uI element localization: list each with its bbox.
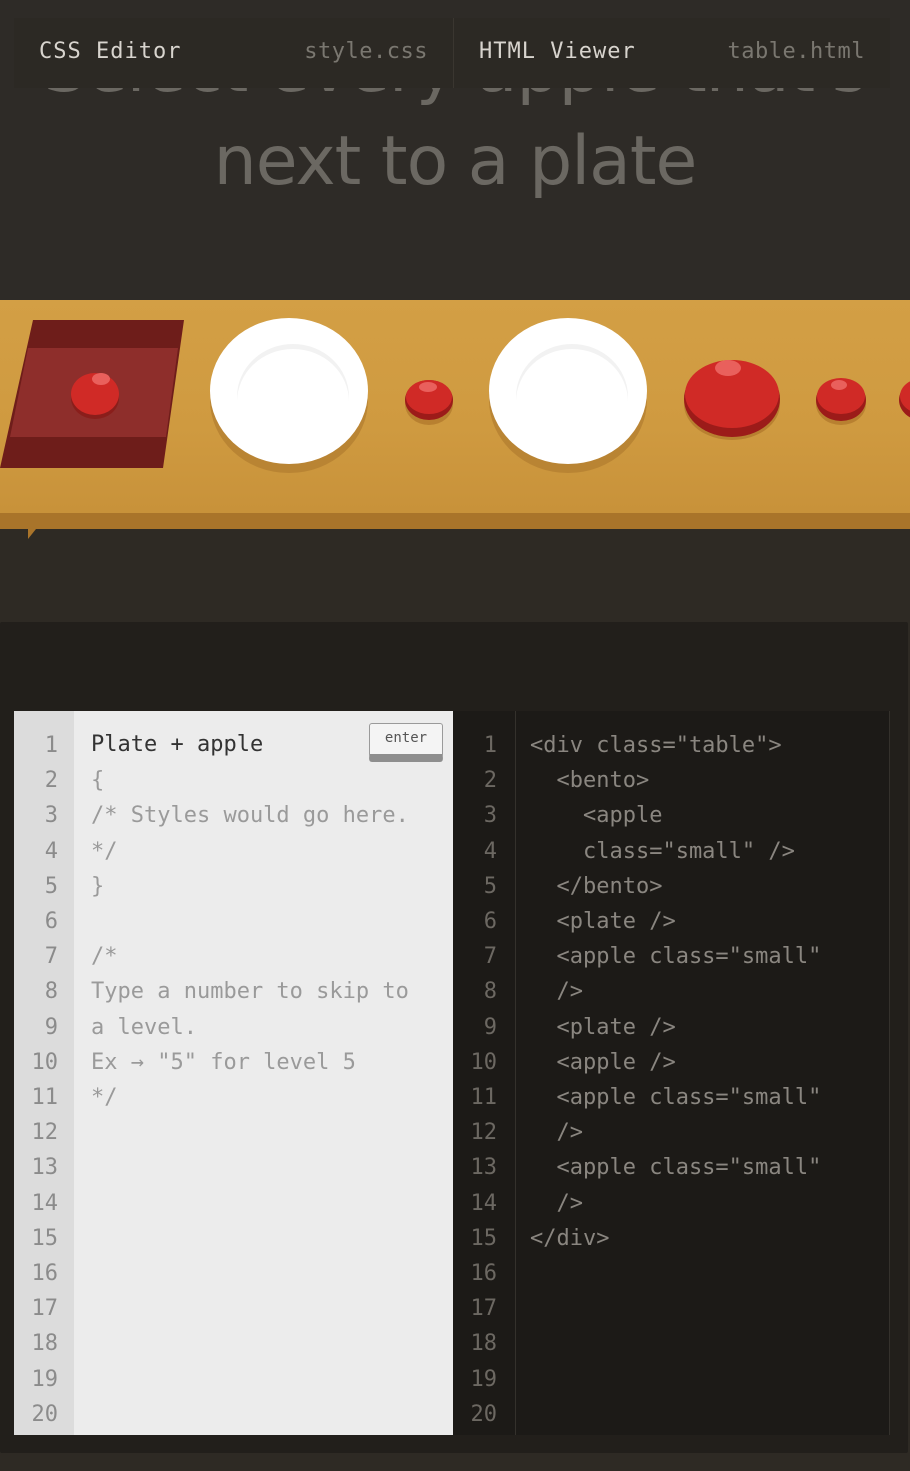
css-line-number: 14 xyxy=(31,1190,59,1216)
html-code-line: <apple xyxy=(530,803,663,829)
css-code-line: } xyxy=(91,873,105,899)
css-line-number: 16 xyxy=(31,1261,59,1287)
html-line-number: 11 xyxy=(470,1085,498,1111)
css-line-number: 1 xyxy=(44,733,58,758)
html-line-number: 2 xyxy=(483,768,497,794)
css-line-numbers: 1 2 3 4 5 6 7 8 9 10 11 12 13 14 15 16 17 18 19 20 xyxy=(14,728,59,1432)
html-line-number: 18 xyxy=(470,1331,498,1357)
css-line-number: 2 xyxy=(44,768,58,794)
html-line-number: 4 xyxy=(483,838,497,864)
html-code-lines: <div class="table"> <bento> <apple class… xyxy=(530,728,821,1256)
table-edge xyxy=(0,513,910,529)
css-code-lines: { /* Styles would go here. */} /* Type a nu… xyxy=(91,728,409,1115)
css-code-line: Ex → "5" for level 5 xyxy=(91,1049,356,1075)
apple-large[interactable] xyxy=(682,354,782,442)
html-code-line: <bento> xyxy=(530,768,650,794)
html-code-line: /> xyxy=(530,979,583,1005)
html-code-line: <apple class="small" xyxy=(530,1155,822,1181)
html-line-number: 12 xyxy=(470,1120,498,1146)
plate-1[interactable] xyxy=(207,318,372,483)
html-line-number: 1 xyxy=(483,733,497,758)
table-leg xyxy=(28,529,36,539)
css-code-line: /* Styles would go here. xyxy=(91,803,409,829)
css-line-number: 12 xyxy=(31,1120,59,1146)
html-line-number: 13 xyxy=(470,1155,498,1181)
css-line-number: 15 xyxy=(31,1225,59,1251)
html-line-number: 10 xyxy=(470,1049,498,1075)
css-line-number: 3 xyxy=(44,803,58,829)
html-line-number: 7 xyxy=(483,944,497,970)
css-line-number: 20 xyxy=(31,1401,59,1427)
css-line-number: 17 xyxy=(31,1296,59,1322)
html-code-line: </bento> xyxy=(530,873,663,899)
html-viewer-border xyxy=(889,711,890,1435)
css-line-number: 19 xyxy=(31,1366,59,1392)
html-code-line: class="small" /> xyxy=(530,838,795,864)
html-line-number: 9 xyxy=(483,1014,497,1040)
plate-2[interactable] xyxy=(486,318,651,483)
css-code-line: /* xyxy=(91,944,118,970)
html-code-line: /> xyxy=(530,1120,583,1146)
enter-button[interactable]: enter xyxy=(369,723,443,762)
apple-small-in-bento[interactable] xyxy=(71,373,119,419)
html-line-number: 6 xyxy=(483,909,497,935)
css-code-line: */ xyxy=(91,1085,118,1111)
html-line-number: 3 xyxy=(483,803,497,829)
css-line-number: 18 xyxy=(31,1331,59,1357)
css-selector-input[interactable] xyxy=(91,728,361,760)
html-line-number: 14 xyxy=(470,1190,498,1216)
html-code-line: <div class="table"> xyxy=(530,733,782,758)
css-editor-header: CSS Editor style.css xyxy=(14,18,453,88)
css-line-number: 7 xyxy=(44,944,58,970)
apple-small-1[interactable] xyxy=(403,378,455,428)
css-code-line: a level. xyxy=(91,1014,197,1040)
html-viewer-title: HTML Viewer xyxy=(479,39,636,64)
html-line-number: 19 xyxy=(470,1366,498,1392)
css-code-line: Type a number to skip to xyxy=(91,979,409,1005)
html-line-number: 16 xyxy=(470,1261,498,1287)
html-line-number: 17 xyxy=(470,1296,498,1322)
css-code-line xyxy=(91,904,409,939)
css-line-number: 13 xyxy=(31,1155,59,1181)
apple-small-3[interactable] xyxy=(898,376,910,426)
html-line-number: 5 xyxy=(483,873,497,899)
html-code-line: </div> xyxy=(530,1225,610,1251)
css-editor-filename: style.css xyxy=(304,39,428,64)
html-code-line: <apple class="small" xyxy=(530,1085,822,1111)
instruction-line-2: next to a plate xyxy=(213,122,698,201)
bento-box[interactable] xyxy=(0,320,184,468)
css-line-number: 10 xyxy=(31,1049,59,1075)
html-code-line: <plate /> xyxy=(530,1014,676,1040)
css-line-number: 6 xyxy=(44,909,58,935)
apple-small-2[interactable] xyxy=(814,374,868,428)
css-code-line: { xyxy=(91,768,105,794)
html-line-number: 8 xyxy=(483,979,497,1005)
html-code-line: <plate /> xyxy=(530,909,676,935)
css-code-line: */ xyxy=(91,838,118,864)
css-line-number: 11 xyxy=(31,1085,59,1111)
css-line-number: 9 xyxy=(44,1014,58,1040)
html-code-line: <apple /> xyxy=(530,1049,676,1075)
html-line-number: 20 xyxy=(470,1401,498,1427)
html-line-number: 15 xyxy=(470,1225,498,1251)
css-line-number: 4 xyxy=(44,838,58,864)
html-code-line: <apple class="small" xyxy=(530,944,822,970)
html-viewer-header: HTML Viewer table.html xyxy=(453,18,890,88)
html-code-line: /> xyxy=(530,1190,583,1216)
css-line-number: 8 xyxy=(44,979,58,1005)
css-line-number: 5 xyxy=(44,873,58,899)
html-line-numbers: 1 2 3 4 5 6 7 8 9 10 11 12 13 14 15 16 17 18 19 20 xyxy=(453,728,498,1432)
html-viewer-filename: table.html xyxy=(727,39,865,64)
css-editor-title: CSS Editor xyxy=(39,39,182,64)
